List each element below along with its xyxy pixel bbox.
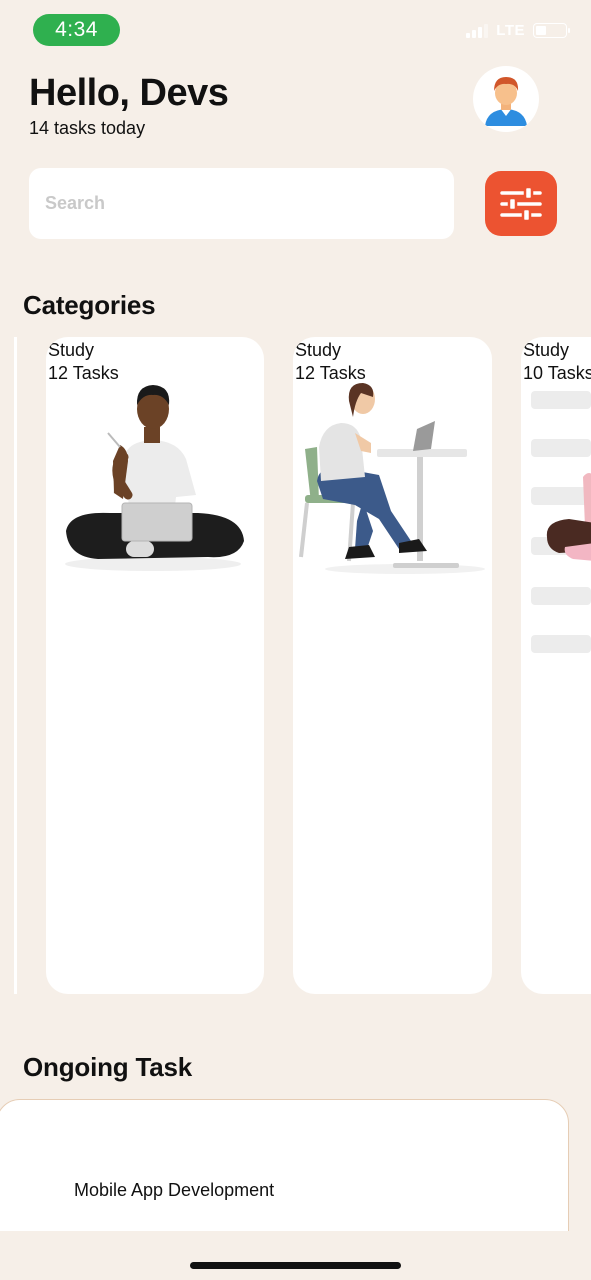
- status-indicators: LTE: [466, 22, 570, 39]
- app-screen: 4:34 LTE Hello, Devs 14 tasks today Sear…: [0, 0, 591, 1280]
- sliders-icon: [500, 185, 542, 222]
- categories-heading: Categories: [23, 290, 156, 320]
- worker-desk-illustration: [299, 383, 485, 574]
- filter-button[interactable]: [485, 171, 557, 236]
- avatar[interactable]: [473, 66, 539, 132]
- task-count-subtitle: 14 tasks today: [29, 118, 146, 138]
- sitting-person-illustration: [546, 473, 591, 561]
- home-indicator-area: [0, 1231, 591, 1280]
- category-card-edge: [14, 337, 17, 994]
- student-laptop-illustration: [65, 385, 244, 571]
- category-title: Study: [295, 340, 342, 360]
- category-title: Study: [48, 340, 95, 360]
- network-label: LTE: [496, 22, 525, 39]
- category-count: 10 Tasks: [523, 363, 591, 383]
- category-title: Study: [523, 340, 570, 360]
- signal-icon: [466, 23, 489, 38]
- home-indicator[interactable]: [190, 1262, 401, 1269]
- status-time: 4:34: [33, 14, 120, 46]
- category-card[interactable]: Study 12 Tasks: [293, 337, 492, 994]
- category-card[interactable]: Study 10 Tasks: [521, 337, 591, 994]
- avatar-icon: [485, 77, 527, 126]
- ongoing-heading: Ongoing Task: [23, 1052, 193, 1082]
- category-card[interactable]: Study 12 Tasks: [46, 337, 264, 994]
- ongoing-task-title: Mobile App Development: [74, 1180, 275, 1200]
- search-input[interactable]: [29, 168, 454, 239]
- page-title: Hello, Devs: [29, 72, 229, 114]
- battery-icon: [533, 23, 570, 38]
